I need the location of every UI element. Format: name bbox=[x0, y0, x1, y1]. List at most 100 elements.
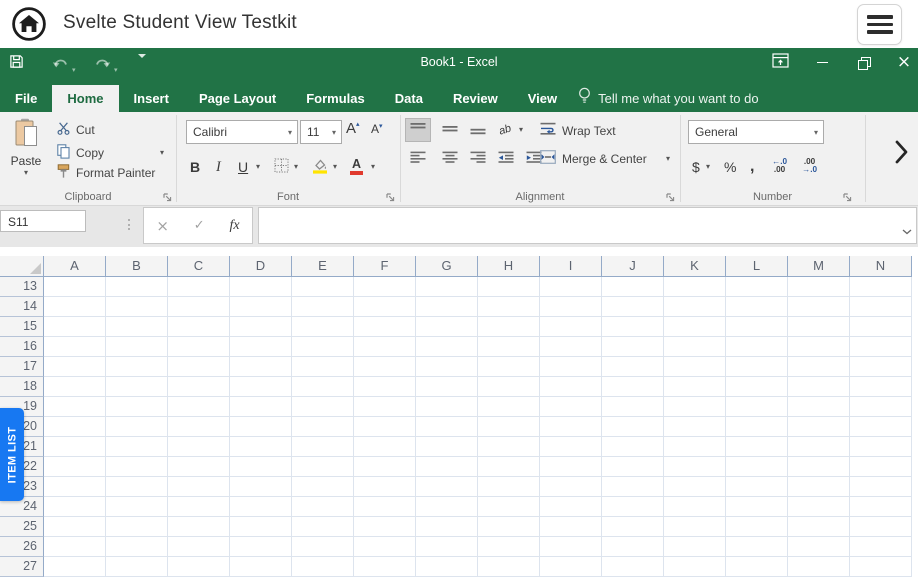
grid-cell-J16[interactable] bbox=[602, 337, 664, 357]
accounting-dropdown-arrow[interactable]: ▾ bbox=[706, 162, 710, 171]
grid-cell-I14[interactable] bbox=[540, 297, 602, 317]
column-header-L[interactable]: L bbox=[726, 256, 788, 277]
grid-cell-C22[interactable] bbox=[168, 457, 230, 477]
grid-cell-K15[interactable] bbox=[664, 317, 726, 337]
grid-cell-F15[interactable] bbox=[354, 317, 416, 337]
grid-cell-E19[interactable] bbox=[292, 397, 354, 417]
grid-cell-G18[interactable] bbox=[416, 377, 478, 397]
grid-cell-E25[interactable] bbox=[292, 517, 354, 537]
minimize-button[interactable] bbox=[805, 48, 839, 77]
grid-cell-L22[interactable] bbox=[726, 457, 788, 477]
grid-cell-J18[interactable] bbox=[602, 377, 664, 397]
grid-cell-F13[interactable] bbox=[354, 277, 416, 297]
grid-cell-F20[interactable] bbox=[354, 417, 416, 437]
tab-formulas[interactable]: Formulas bbox=[291, 85, 380, 112]
grid-cell-I17[interactable] bbox=[540, 357, 602, 377]
column-header-G[interactable]: G bbox=[416, 256, 478, 277]
underline-dropdown-arrow[interactable]: ▾ bbox=[256, 162, 260, 171]
grid-cell-A18[interactable] bbox=[44, 377, 106, 397]
grid-cell-A23[interactable] bbox=[44, 477, 106, 497]
grid-cell-H19[interactable] bbox=[478, 397, 540, 417]
grid-cell-L13[interactable] bbox=[726, 277, 788, 297]
grid-cell-K21[interactable] bbox=[664, 437, 726, 457]
grid-cell-N13[interactable] bbox=[850, 277, 912, 297]
grid-cell-C16[interactable] bbox=[168, 337, 230, 357]
number-dialog-launcher[interactable] bbox=[843, 192, 853, 202]
grid-cell-I22[interactable] bbox=[540, 457, 602, 477]
comma-style-button[interactable]: , bbox=[750, 156, 754, 178]
grid-cell-H15[interactable] bbox=[478, 317, 540, 337]
fill-color-button[interactable] bbox=[312, 156, 328, 178]
row-header-25[interactable]: 25 bbox=[0, 517, 44, 537]
grid-cell-D24[interactable] bbox=[230, 497, 292, 517]
shrink-font-button[interactable]: A ▾ bbox=[371, 122, 383, 136]
grid-cell-D27[interactable] bbox=[230, 557, 292, 577]
grid-cell-D20[interactable] bbox=[230, 417, 292, 437]
grid-cell-D15[interactable] bbox=[230, 317, 292, 337]
grid-cell-H21[interactable] bbox=[478, 437, 540, 457]
grid-cell-H14[interactable] bbox=[478, 297, 540, 317]
grid-cell-M14[interactable] bbox=[788, 297, 850, 317]
grid-cell-A19[interactable] bbox=[44, 397, 106, 417]
tab-file[interactable]: File bbox=[0, 85, 52, 112]
hamburger-menu-button[interactable] bbox=[857, 4, 902, 45]
row-header-14[interactable]: 14 bbox=[0, 297, 44, 317]
grid-cell-L15[interactable] bbox=[726, 317, 788, 337]
grid-cell-K24[interactable] bbox=[664, 497, 726, 517]
column-header-E[interactable]: E bbox=[292, 256, 354, 277]
cancel-icon[interactable]: × bbox=[156, 217, 169, 235]
grid-cell-C20[interactable] bbox=[168, 417, 230, 437]
grid-cell-M21[interactable] bbox=[788, 437, 850, 457]
enter-icon[interactable]: ✓ bbox=[194, 218, 205, 233]
italic-button[interactable]: I bbox=[216, 156, 221, 178]
row-header-13[interactable]: 13 bbox=[0, 277, 44, 297]
grid-cell-G16[interactable] bbox=[416, 337, 478, 357]
copy-dropdown-arrow[interactable]: ▾ bbox=[160, 148, 164, 157]
grid-cell-C24[interactable] bbox=[168, 497, 230, 517]
grid-cell-N25[interactable] bbox=[850, 517, 912, 537]
grid-cell-E18[interactable] bbox=[292, 377, 354, 397]
tab-page-layout[interactable]: Page Layout bbox=[184, 85, 291, 112]
grid-cell-I13[interactable] bbox=[540, 277, 602, 297]
merge-center-button[interactable]: Merge & Center bbox=[540, 150, 647, 167]
grid-cell-I26[interactable] bbox=[540, 537, 602, 557]
grid-cell-I27[interactable] bbox=[540, 557, 602, 577]
grid-cell-F25[interactable] bbox=[354, 517, 416, 537]
grid-cell-E20[interactable] bbox=[292, 417, 354, 437]
grid-cell-D26[interactable] bbox=[230, 537, 292, 557]
grid-cell-N16[interactable] bbox=[850, 337, 912, 357]
tell-me-box[interactable]: Tell me what you want to do bbox=[578, 85, 758, 112]
top-align-button[interactable] bbox=[406, 119, 430, 141]
grid-cell-F27[interactable] bbox=[354, 557, 416, 577]
grid-cell-J27[interactable] bbox=[602, 557, 664, 577]
grid-cell-I16[interactable] bbox=[540, 337, 602, 357]
grid-cell-B16[interactable] bbox=[106, 337, 168, 357]
grid-cell-M16[interactable] bbox=[788, 337, 850, 357]
grid-cell-M13[interactable] bbox=[788, 277, 850, 297]
grid-cell-M25[interactable] bbox=[788, 517, 850, 537]
grid-cell-C19[interactable] bbox=[168, 397, 230, 417]
grid-cell-E14[interactable] bbox=[292, 297, 354, 317]
grid-cell-N20[interactable] bbox=[850, 417, 912, 437]
grid-cell-C15[interactable] bbox=[168, 317, 230, 337]
grid-cell-C21[interactable] bbox=[168, 437, 230, 457]
grid-cell-K26[interactable] bbox=[664, 537, 726, 557]
grid-cell-A15[interactable] bbox=[44, 317, 106, 337]
column-header-M[interactable]: M bbox=[788, 256, 850, 277]
grid-cell-E22[interactable] bbox=[292, 457, 354, 477]
column-header-I[interactable]: I bbox=[540, 256, 602, 277]
grid-cell-N15[interactable] bbox=[850, 317, 912, 337]
grid-cell-B13[interactable] bbox=[106, 277, 168, 297]
grid-cell-B24[interactable] bbox=[106, 497, 168, 517]
grid-cell-N19[interactable] bbox=[850, 397, 912, 417]
formula-input[interactable] bbox=[258, 207, 917, 244]
grid-cell-H25[interactable] bbox=[478, 517, 540, 537]
grid-cell-F18[interactable] bbox=[354, 377, 416, 397]
grid-cell-A14[interactable] bbox=[44, 297, 106, 317]
grid-cell-G20[interactable] bbox=[416, 417, 478, 437]
grid-cell-A21[interactable] bbox=[44, 437, 106, 457]
column-header-C[interactable]: C bbox=[168, 256, 230, 277]
align-right-button[interactable] bbox=[466, 148, 490, 170]
grid-cell-M24[interactable] bbox=[788, 497, 850, 517]
grid-cell-H23[interactable] bbox=[478, 477, 540, 497]
